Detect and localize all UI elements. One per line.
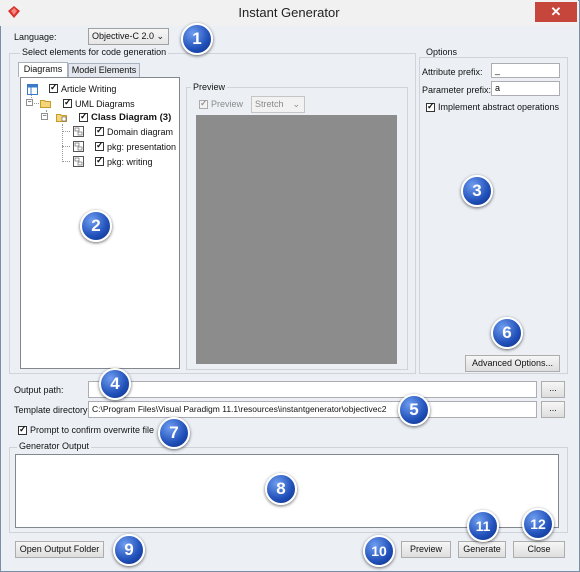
callout-badge-1: 1 xyxy=(181,23,213,55)
implement-abstract-checkbox[interactable] xyxy=(426,101,435,112)
preview-checkbox-label: Preview xyxy=(211,99,244,109)
callout-badge-8: 8 xyxy=(265,473,297,505)
tree-item-pkg-writing[interactable]: pkg: writing xyxy=(107,157,153,167)
language-value: Objective-C 2.0 xyxy=(92,31,155,41)
options-label: Options xyxy=(424,47,460,57)
tree-line xyxy=(62,124,63,162)
tree-item-domain-diagram[interactable]: Domain diagram xyxy=(107,127,173,137)
class-diagram-icon xyxy=(73,156,84,167)
select-elements-label: Select elements for code generation xyxy=(20,47,169,57)
chevron-down-icon: ⌄ xyxy=(292,99,300,109)
output-path-input[interactable] xyxy=(88,381,537,398)
title-bar: Instant Generator ✕ xyxy=(0,0,578,26)
window-title: Instant Generator xyxy=(238,5,340,20)
callout-badge-5: 5 xyxy=(398,394,430,426)
template-directory-label: Template directory: xyxy=(14,405,91,415)
callout-badge-11: 11 xyxy=(467,510,499,542)
tree-checkbox-uml-diagrams[interactable] xyxy=(63,97,72,108)
tree-checkbox-domain-diagram[interactable] xyxy=(95,125,104,136)
tab-model-elements-label: Model Elements xyxy=(71,65,137,75)
output-path-label: Output path: xyxy=(14,385,64,395)
parameter-prefix-input[interactable]: a xyxy=(491,81,560,96)
template-directory-input[interactable]: C:\Program Files\Visual Paradigm 11.1\re… xyxy=(88,401,537,418)
tree-item-class-diagram[interactable]: Class Diagram (3) xyxy=(91,112,171,123)
output-path-browse-button[interactable]: ... xyxy=(541,381,565,398)
class-diagram-icon xyxy=(73,126,84,137)
implement-abstract-label: Implement abstract operations xyxy=(438,102,560,112)
language-label: Language: xyxy=(14,32,57,42)
folder-open-icon xyxy=(40,100,51,108)
callout-badge-6: 6 xyxy=(491,317,523,349)
callout-badge-3: 3 xyxy=(461,175,493,207)
project-icon xyxy=(27,84,38,95)
tree-item-article-writing[interactable]: Article Writing xyxy=(61,84,116,94)
tab-model-elements[interactable]: Model Elements xyxy=(68,63,140,77)
class-diagram-icon xyxy=(73,141,84,152)
open-output-folder-button[interactable]: Open Output Folder xyxy=(15,541,104,558)
preview-mode-select[interactable]: Stretch ⌄ xyxy=(251,96,305,113)
callout-badge-2: 2 xyxy=(80,210,112,242)
preview-button[interactable]: Preview xyxy=(401,541,451,558)
collapse-icon[interactable]: − xyxy=(41,113,48,120)
tree-item-uml-diagrams[interactable]: UML Diagrams xyxy=(75,99,135,109)
preview-mode-value: Stretch xyxy=(255,99,284,109)
parameter-prefix-label: Parameter prefix: xyxy=(422,85,492,95)
tree-checkbox-class-diagram[interactable] xyxy=(79,111,88,122)
tree-line xyxy=(62,131,70,132)
advanced-options-button[interactable]: Advanced Options... xyxy=(465,355,560,372)
tab-diagrams[interactable]: Diagrams xyxy=(18,62,68,77)
template-directory-browse-button[interactable]: ... xyxy=(541,401,565,418)
close-button[interactable]: Close xyxy=(513,541,565,558)
callout-badge-7: 7 xyxy=(158,417,190,449)
attribute-prefix-input[interactable]: _ xyxy=(491,63,560,78)
generator-output-label: Generator Output xyxy=(17,441,92,451)
class-diagram-folder-icon xyxy=(56,114,67,122)
tree-line xyxy=(62,146,70,147)
window-close-button[interactable]: ✕ xyxy=(535,2,577,22)
prompt-overwrite-checkbox[interactable] xyxy=(18,424,27,435)
callout-badge-12: 12 xyxy=(522,508,554,540)
tree-line xyxy=(62,161,70,162)
preview-checkbox[interactable] xyxy=(199,98,208,109)
callout-badge-9: 9 xyxy=(113,534,145,566)
preview-group-label: Preview xyxy=(191,82,228,92)
generate-button[interactable]: Generate xyxy=(458,541,506,558)
tree-checkbox-pkg-presentation[interactable] xyxy=(95,140,104,151)
tree-checkbox-article-writing[interactable] xyxy=(49,82,58,93)
preview-area xyxy=(196,115,397,364)
language-select[interactable]: Objective-C 2.0 ⌄ xyxy=(88,28,169,45)
tree-item-pkg-presentation[interactable]: pkg: presentation xyxy=(107,142,176,152)
chevron-down-icon: ⌄ xyxy=(156,31,164,41)
callout-badge-4: 4 xyxy=(99,368,131,400)
collapse-icon[interactable]: − xyxy=(26,99,33,106)
callout-badge-10: 10 xyxy=(363,535,395,567)
prompt-overwrite-label: Prompt to confirm overwrite file xyxy=(30,425,155,435)
attribute-prefix-label: Attribute prefix: xyxy=(422,67,483,77)
tab-diagrams-label: Diagrams xyxy=(23,64,63,74)
tree-checkbox-pkg-writing[interactable] xyxy=(95,155,104,166)
